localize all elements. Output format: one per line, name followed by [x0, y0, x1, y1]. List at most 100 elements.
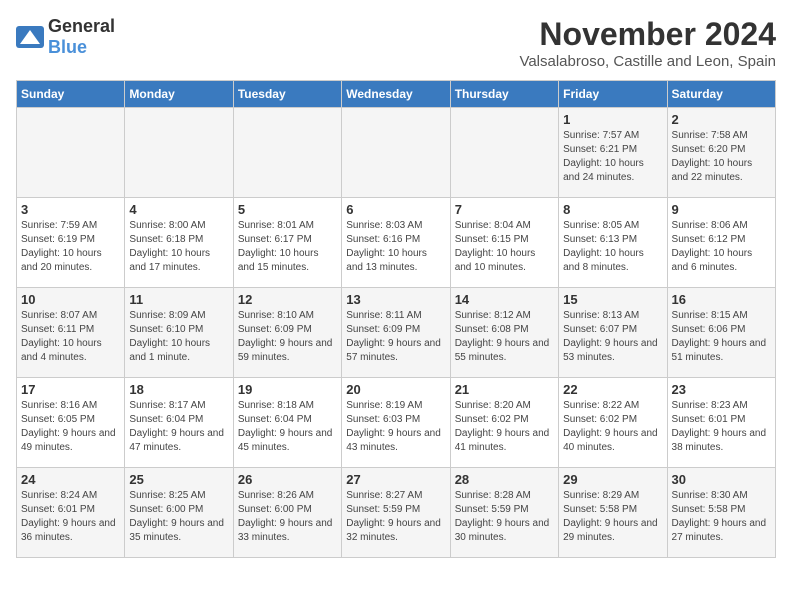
day-number: 28 [455, 472, 554, 487]
day-info: Sunrise: 7:58 AMSunset: 6:20 PMDaylight:… [672, 129, 771, 185]
title-area: November 2024 Valsalabroso, Castille and… [519, 16, 776, 70]
day-number: 19 [238, 382, 337, 397]
day-number: 6 [346, 202, 445, 217]
calendar-cell: 26 Sunrise: 8:26 AMSunset: 6:00 PMDayligh… [233, 468, 341, 558]
day-number: 12 [238, 292, 337, 307]
day-info: Sunrise: 8:03 AMSunset: 6:16 PMDaylight:… [346, 219, 445, 275]
day-number: 10 [21, 292, 120, 307]
calendar-cell: 29 Sunrise: 8:29 AMSunset: 5:58 PMDayligh… [559, 468, 667, 558]
day-info: Sunrise: 8:12 AMSunset: 6:08 PMDaylight:… [455, 309, 554, 365]
calendar-header-row: SundayMondayTuesdayWednesdayThursdayFrid… [17, 81, 776, 108]
day-number: 13 [346, 292, 445, 307]
day-number: 16 [672, 292, 771, 307]
calendar-cell: 22 Sunrise: 8:22 AMSunset: 6:02 PMDayligh… [559, 378, 667, 468]
calendar-cell [125, 108, 233, 198]
day-info: Sunrise: 8:13 AMSunset: 6:07 PMDaylight:… [563, 309, 662, 365]
day-info: Sunrise: 8:25 AMSunset: 6:00 PMDaylight:… [129, 489, 228, 545]
day-info: Sunrise: 8:30 AMSunset: 5:58 PMDaylight:… [672, 489, 771, 545]
header-wednesday: Wednesday [342, 81, 450, 108]
calendar-cell: 6 Sunrise: 8:03 AMSunset: 6:16 PMDaylight… [342, 198, 450, 288]
day-info: Sunrise: 8:17 AMSunset: 6:04 PMDaylight:… [129, 399, 228, 455]
calendar-cell: 30 Sunrise: 8:30 AMSunset: 5:58 PMDayligh… [667, 468, 775, 558]
day-info: Sunrise: 8:01 AMSunset: 6:17 PMDaylight:… [238, 219, 337, 275]
logo-general: General [48, 16, 115, 36]
day-info: Sunrise: 8:24 AMSunset: 6:01 PMDaylight:… [21, 489, 120, 545]
calendar-cell: 9 Sunrise: 8:06 AMSunset: 6:12 PMDaylight… [667, 198, 775, 288]
logo-icon [16, 26, 44, 48]
logo: General Blue [16, 16, 115, 58]
day-info: Sunrise: 8:26 AMSunset: 6:00 PMDaylight:… [238, 489, 337, 545]
header-saturday: Saturday [667, 81, 775, 108]
header-tuesday: Tuesday [233, 81, 341, 108]
day-number: 23 [672, 382, 771, 397]
header-thursday: Thursday [450, 81, 558, 108]
day-number: 27 [346, 472, 445, 487]
header-friday: Friday [559, 81, 667, 108]
calendar-cell: 11Sunrise: 8:09 AMSunset: 6:10 PMDayligh… [125, 288, 233, 378]
calendar-week-3: 10 Sunrise: 8:07 AMSunset: 6:11 PMDayligh… [17, 288, 776, 378]
day-info: Sunrise: 8:16 AMSunset: 6:05 PMDaylight:… [21, 399, 120, 455]
day-info: Sunrise: 8:15 AMSunset: 6:06 PMDaylight:… [672, 309, 771, 365]
day-info: Sunrise: 8:23 AMSunset: 6:01 PMDaylight:… [672, 399, 771, 455]
calendar-cell: 21 Sunrise: 8:20 AMSunset: 6:02 PMDayligh… [450, 378, 558, 468]
calendar-cell: 19 Sunrise: 8:18 AMSunset: 6:04 PMDayligh… [233, 378, 341, 468]
day-info: Sunrise: 8:06 AMSunset: 6:12 PMDaylight:… [672, 219, 771, 275]
header-sunday: Sunday [17, 81, 125, 108]
day-number: 5 [238, 202, 337, 217]
day-info: Sunrise: 8:00 AMSunset: 6:18 PMDaylight:… [129, 219, 228, 275]
calendar-cell: 7 Sunrise: 8:04 AMSunset: 6:15 PMDaylight… [450, 198, 558, 288]
day-number: 15 [563, 292, 662, 307]
day-number: 22 [563, 382, 662, 397]
day-info: Sunrise: 8:04 AMSunset: 6:15 PMDaylight:… [455, 219, 554, 275]
calendar-cell: 2 Sunrise: 7:58 AMSunset: 6:20 PMDaylight… [667, 108, 775, 198]
day-info: Sunrise: 8:27 AMSunset: 5:59 PMDaylight:… [346, 489, 445, 545]
calendar-cell: 3Sunrise: 7:59 AMSunset: 6:19 PMDaylight… [17, 198, 125, 288]
day-info: Sunrise: 8:19 AMSunset: 6:03 PMDaylight:… [346, 399, 445, 455]
day-info: Sunrise: 8:22 AMSunset: 6:02 PMDaylight:… [563, 399, 662, 455]
main-title: November 2024 [519, 16, 776, 53]
calendar-cell: 12 Sunrise: 8:10 AMSunset: 6:09 PMDayligh… [233, 288, 341, 378]
day-info: Sunrise: 7:57 AMSunset: 6:21 PMDaylight:… [563, 129, 662, 185]
calendar-week-2: 3Sunrise: 7:59 AMSunset: 6:19 PMDaylight… [17, 198, 776, 288]
calendar-cell: 4 Sunrise: 8:00 AMSunset: 6:18 PMDaylight… [125, 198, 233, 288]
calendar-cell: 5 Sunrise: 8:01 AMSunset: 6:17 PMDaylight… [233, 198, 341, 288]
day-info: Sunrise: 8:10 AMSunset: 6:09 PMDaylight:… [238, 309, 337, 365]
calendar-cell: 10 Sunrise: 8:07 AMSunset: 6:11 PMDayligh… [17, 288, 125, 378]
day-number: 18 [129, 382, 228, 397]
calendar-cell: 13 Sunrise: 8:11 AMSunset: 6:09 PMDayligh… [342, 288, 450, 378]
day-number: 11 [129, 292, 228, 307]
calendar-cell [342, 108, 450, 198]
day-info: Sunrise: 8:20 AMSunset: 6:02 PMDaylight:… [455, 399, 554, 455]
calendar-week-1: 1 Sunrise: 7:57 AMSunset: 6:21 PMDaylight… [17, 108, 776, 198]
day-number: 4 [129, 202, 228, 217]
day-info: Sunrise: 8:18 AMSunset: 6:04 PMDaylight:… [238, 399, 337, 455]
day-number: 20 [346, 382, 445, 397]
calendar-cell: 18 Sunrise: 8:17 AMSunset: 6:04 PMDayligh… [125, 378, 233, 468]
calendar-cell: 1 Sunrise: 7:57 AMSunset: 6:21 PMDaylight… [559, 108, 667, 198]
calendar-cell: 23 Sunrise: 8:23 AMSunset: 6:01 PMDayligh… [667, 378, 775, 468]
day-number: 9 [672, 202, 771, 217]
calendar-cell: 27 Sunrise: 8:27 AMSunset: 5:59 PMDayligh… [342, 468, 450, 558]
calendar-cell: 8Sunrise: 8:05 AMSunset: 6:13 PMDaylight… [559, 198, 667, 288]
day-number: 30 [672, 472, 771, 487]
day-info: Sunrise: 8:07 AMSunset: 6:11 PMDaylight:… [21, 309, 120, 365]
day-number: 1 [563, 112, 662, 127]
day-info: Sunrise: 8:28 AMSunset: 5:59 PMDaylight:… [455, 489, 554, 545]
day-number: 29 [563, 472, 662, 487]
day-number: 17 [21, 382, 120, 397]
day-number: 14 [455, 292, 554, 307]
header: General Blue November 2024 Valsalabroso,… [16, 16, 776, 70]
day-number: 21 [455, 382, 554, 397]
calendar-cell: 25Sunrise: 8:25 AMSunset: 6:00 PMDayligh… [125, 468, 233, 558]
calendar-cell: 28 Sunrise: 8:28 AMSunset: 5:59 PMDayligh… [450, 468, 558, 558]
day-number: 26 [238, 472, 337, 487]
calendar-cell: 17 Sunrise: 8:16 AMSunset: 6:05 PMDayligh… [17, 378, 125, 468]
day-number: 2 [672, 112, 771, 127]
calendar-table: SundayMondayTuesdayWednesdayThursdayFrid… [16, 80, 776, 558]
calendar-cell: 15 Sunrise: 8:13 AMSunset: 6:07 PMDayligh… [559, 288, 667, 378]
day-number: 7 [455, 202, 554, 217]
day-info: Sunrise: 8:29 AMSunset: 5:58 PMDaylight:… [563, 489, 662, 545]
day-number: 3 [21, 202, 120, 217]
day-number: 24 [21, 472, 120, 487]
day-info: Sunrise: 8:11 AMSunset: 6:09 PMDaylight:… [346, 309, 445, 365]
